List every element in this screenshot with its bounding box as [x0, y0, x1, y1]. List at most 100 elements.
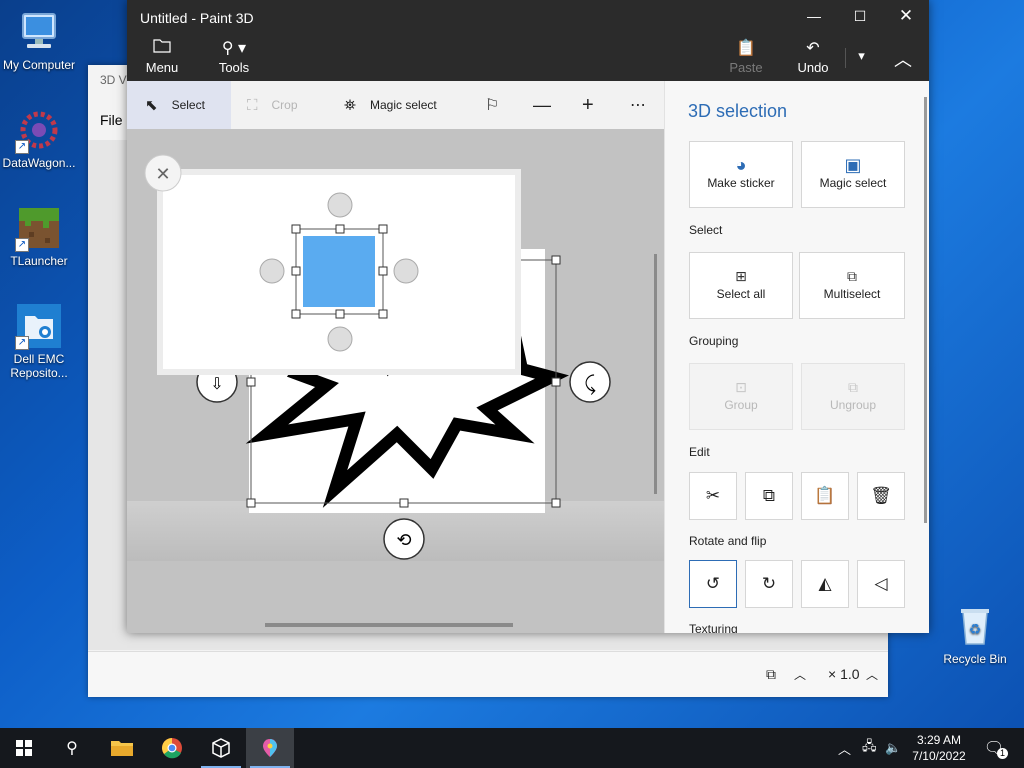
desktop-icon-dell-emc[interactable]: ↗ Dell EMC Reposito... [0, 302, 78, 380]
resize-handle[interactable] [551, 377, 561, 387]
edit-section-label: Edit [689, 445, 710, 459]
3d-cube-icon [212, 738, 230, 758]
title-bar: Untitled - Paint 3D — ☐ ✕ Menu ⚲ ▾ Tools… [127, 0, 929, 81]
panel-scrollbar[interactable] [924, 97, 927, 523]
menu-button[interactable]: Menu [142, 38, 182, 75]
close-button[interactable]: ✕ [883, 0, 929, 32]
close-preview-button[interactable]: ✕ [144, 154, 182, 192]
desktop-icon-recycle-bin[interactable]: ♻ Recycle Bin [936, 602, 1014, 666]
undo-button[interactable]: ↶ Undo [791, 38, 835, 75]
cursor-arrow-icon: ⬉ [145, 97, 158, 114]
flag-icon[interactable]: ⚐ [485, 81, 507, 129]
chevron-up-icon[interactable]: ︿ [866, 666, 878, 683]
chevron-up-icon[interactable]: ︿ [794, 666, 806, 683]
desktop-icon-my-computer[interactable]: My Computer [0, 8, 78, 72]
clock[interactable]: 3:29 AM 7/10/2022 [906, 732, 972, 764]
select-label: Select [171, 98, 205, 112]
resize-handle[interactable] [551, 255, 561, 265]
paint3d-icon [263, 739, 277, 757]
magic-select-panel-button[interactable]: ▣ Magic select [801, 141, 905, 208]
resize-handle[interactable] [246, 498, 256, 508]
zoom-in-icon[interactable]: + [582, 81, 604, 129]
sticker-icon: ◕ [735, 155, 747, 175]
multiselect-icon: ⧉ [847, 268, 857, 284]
preview-blue-square[interactable] [303, 236, 375, 307]
vertical-scrollbar[interactable] [654, 254, 657, 494]
rotate-right-button[interactable]: ↻ [745, 560, 793, 608]
search-icon: ⚲ [66, 740, 78, 757]
more-options-icon[interactable]: ⋯ [630, 81, 652, 129]
paste-button[interactable]: 📋 Paste [724, 38, 768, 75]
panel-title: 3D selection [688, 101, 788, 121]
file-explorer-taskbar-button[interactable] [98, 728, 146, 768]
rotate-z-handle[interactable]: ⤹ [569, 361, 611, 403]
preview-handle [378, 266, 388, 276]
group-label: Group [724, 398, 758, 412]
copy-button[interactable]: ⧉ [745, 472, 793, 520]
rotate-left-button[interactable]: ↺ [689, 560, 737, 608]
start-button[interactable] [0, 728, 48, 768]
collapse-chevron-icon[interactable]: ︿ [887, 46, 919, 72]
group-icon: ⊡ [735, 379, 747, 395]
viewer-title: 3D Vi [100, 73, 130, 87]
search-button[interactable]: ⚲ [48, 728, 96, 768]
3d-selection-panel: 3D selection ◕ Make sticker ▣ Magic sele… [664, 81, 929, 633]
magic-select-panel-label: Magic select [819, 176, 887, 190]
maximize-button[interactable]: ☐ [837, 0, 883, 32]
magic-select-image-icon: ▣ [844, 155, 862, 175]
network-icon[interactable]: 🖧 [862, 728, 877, 768]
horizontal-scrollbar[interactable] [265, 623, 513, 627]
delete-button[interactable]: 🗑 [857, 472, 905, 520]
clock-date: 7/10/2022 [912, 749, 966, 763]
shortcut-arrow-icon: ↗ [15, 140, 29, 154]
datawagon-logo-icon: ↗ [15, 106, 63, 154]
desktop-icon-label: Recycle Bin [943, 652, 1007, 666]
environment-icon[interactable]: ⧉ [766, 666, 776, 683]
rotate-y-handle[interactable]: ⟲ [383, 518, 425, 560]
3d-viewer-taskbar-button[interactable] [197, 728, 245, 768]
svg-text:✕: ✕ [155, 164, 170, 185]
action-center-button[interactable]: 🗨 1 [982, 728, 1008, 768]
flip-horizontal-button[interactable]: ◭ [801, 560, 849, 608]
paste-icon: 📋 [736, 40, 756, 57]
flip-vertical-button[interactable]: ◁ [857, 560, 905, 608]
desktop-icon-datawagon[interactable]: ↗ DataWagon... [0, 106, 78, 170]
resize-handle[interactable] [246, 377, 256, 387]
paste-icon: 📋 [814, 486, 836, 505]
folder-gear-icon: ↗ [15, 302, 63, 350]
scissors-icon: ✂ [705, 486, 721, 505]
preview-handle [291, 309, 301, 319]
resize-handle[interactable] [551, 498, 561, 508]
history-dropdown-button[interactable]: ▾ [845, 48, 877, 68]
crop-label: Crop [271, 98, 298, 112]
menu-label: Menu [145, 60, 179, 75]
magic-select-label: Magic select [370, 98, 437, 112]
magic-select-tool[interactable]: ⛯ Magic select [344, 81, 454, 129]
group-button[interactable]: ⊡ Group [689, 363, 793, 430]
multiselect-button[interactable]: ⧉ Multiselect [799, 252, 905, 319]
paint3d-window[interactable]: Untitled - Paint 3D — ☐ ✕ Menu ⚲ ▾ Tools… [127, 0, 929, 633]
selection-toolbar: ⬉ Select ⛶ Crop ⛯ Magic select ⚐ — + ⋯ [127, 81, 664, 129]
minimize-button[interactable]: — [791, 0, 837, 32]
show-hidden-icons-button[interactable]: ︿ [838, 728, 851, 768]
magic-select-icon: ⛯ [344, 96, 357, 114]
chrome-taskbar-button[interactable] [148, 728, 196, 768]
resize-handle[interactable] [399, 498, 409, 508]
crop-tool[interactable]: ⛶ Crop [247, 81, 327, 129]
ungroup-button[interactable]: ⧉ Ungroup [801, 363, 905, 430]
canvas-area[interactable]: ⤹ ⟲ ⇩ ✕ [127, 129, 664, 633]
make-sticker-button[interactable]: ◕ Make sticker [689, 141, 793, 208]
paste-panel-button[interactable]: 📋 [801, 472, 849, 520]
zoom-out-icon[interactable]: — [533, 81, 555, 129]
flip-vertical-icon: ◁ [874, 574, 888, 593]
desktop-icon-tlauncher[interactable]: ↗ TLauncher [0, 204, 78, 268]
viewer-file-menu[interactable]: File [100, 112, 123, 128]
paint3d-taskbar-button[interactable] [246, 728, 294, 768]
cut-button[interactable]: ✂ [689, 472, 737, 520]
select-tool[interactable]: ⬉ Select [127, 81, 231, 129]
volume-icon[interactable]: 🔈 [885, 728, 901, 768]
preview-handle [335, 224, 345, 234]
tools-button[interactable]: ⚲ ▾ Tools [212, 38, 256, 75]
preview-rotate-x-icon [327, 192, 353, 218]
select-all-button[interactable]: ⊞ Select all [689, 252, 793, 319]
